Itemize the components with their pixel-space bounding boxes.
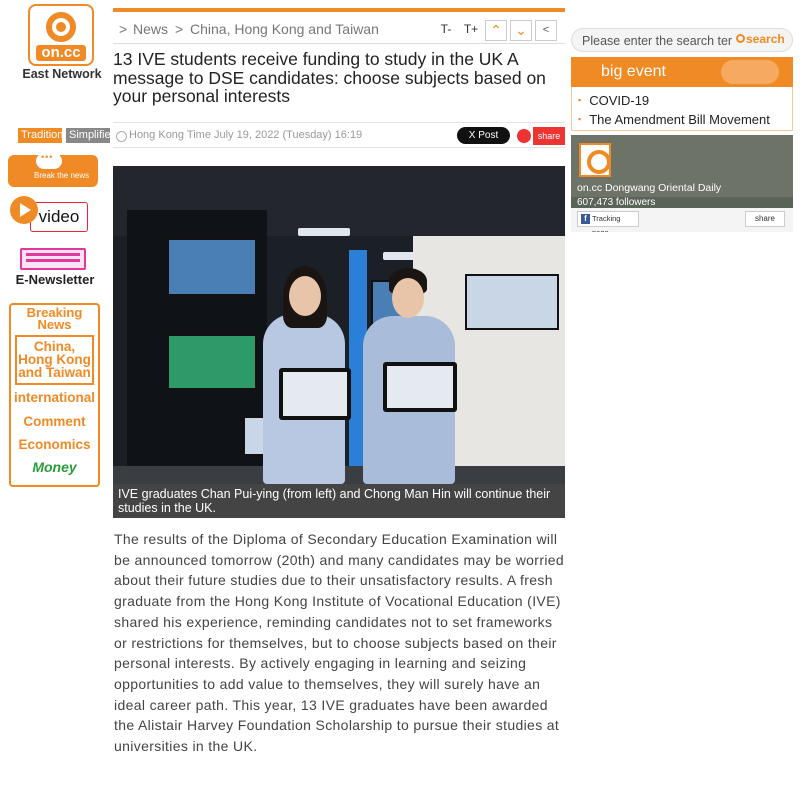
monitor [167, 238, 257, 296]
page-avatar [579, 143, 611, 177]
article-meta-bar: Hong Kong Time July 19, 2022 (Tuesday) 1… [113, 122, 565, 148]
weibo-icon[interactable] [517, 129, 531, 143]
monitor [167, 334, 257, 390]
top-accent-line [113, 8, 565, 12]
breadcrumb-separator: > [119, 21, 128, 37]
tablet [383, 362, 457, 412]
font-smaller-button[interactable]: T- [435, 20, 457, 41]
enewsletter-label: E-Newsletter [15, 272, 95, 287]
nav-item-comment[interactable]: Comment [11, 415, 98, 429]
traditional-button[interactable]: Traditional [18, 128, 62, 143]
search-button[interactable]: search [736, 32, 785, 46]
enewsletter-button[interactable]: E-Newsletter [10, 248, 100, 292]
facebook-share-button[interactable]: share [745, 211, 785, 227]
nav-item-economics[interactable]: Economics [11, 438, 98, 452]
brand-name: East Network [22, 67, 102, 81]
ceiling-lamp [298, 228, 350, 236]
share-button[interactable]: share [533, 127, 565, 145]
breadcrumb-subsection[interactable]: China, Hong Kong and Taiwan [190, 21, 379, 37]
facebook-page-name[interactable]: on.cc Dongwang Oriental Daily [577, 182, 721, 194]
search-button-label: search [746, 32, 785, 46]
breadcrumb: > News > China, Hong Kong and Taiwan T- … [113, 18, 565, 44]
clock-icon [116, 131, 127, 142]
search-icon [736, 34, 745, 43]
follow-page-button[interactable]: Tracking page [577, 211, 639, 232]
speech-bubble-icon [36, 152, 62, 169]
facebook-page-card[interactable]: on.cc Dongwang Oriental Daily 607,473 fo… [571, 135, 793, 232]
nav-item-breaking-news[interactable]: Breaking News [11, 306, 98, 331]
big-event-header: big event [571, 57, 793, 87]
breadcrumb-separator: > [175, 21, 184, 37]
newsletter-icon [20, 248, 86, 270]
breadcrumb-news[interactable]: News [133, 21, 168, 37]
chevron-up-icon[interactable]: ⌃ [485, 20, 507, 41]
x-post-button[interactable]: X Post [457, 127, 510, 144]
nav-item-china-hk-taiwan[interactable]: China, Hong Kong and Taiwan [15, 335, 94, 385]
simplified-button[interactable]: Simplified [66, 128, 110, 143]
wall-monitor [465, 274, 559, 330]
language-switch: Traditional Simplified [18, 128, 110, 143]
section-nav: Breaking News China, Hong Kong and Taiwa… [9, 303, 100, 487]
tablet [279, 368, 351, 420]
chevron-left-icon[interactable]: < [535, 20, 557, 41]
search-box: search [571, 28, 793, 52]
event-item[interactable]: The Amendment Bill Movement [578, 112, 770, 127]
article-body: The results of the Diploma of Secondary … [114, 531, 565, 755]
break-news-button[interactable]: Break the news [8, 152, 98, 187]
publish-time: Hong Kong Time July 19, 2022 (Tuesday) 1… [129, 129, 363, 141]
person-face [289, 276, 321, 316]
logo-ring-icon [46, 12, 76, 42]
big-event-list: COVID-19 The Amendment Bill Movement [571, 87, 793, 131]
photo-caption: IVE graduates Chan Pui-ying (from left) … [113, 484, 565, 518]
font-larger-button[interactable]: T+ [460, 20, 482, 41]
site-logo[interactable]: on.cc [28, 4, 94, 66]
nav-item-money[interactable]: Money [11, 460, 98, 474]
break-news-label: Break the news [34, 171, 90, 180]
article-headline: 13 IVE students receive funding to study… [113, 49, 546, 106]
nav-item-international[interactable]: international [11, 391, 98, 405]
person-face [392, 278, 424, 318]
video-label: video [30, 202, 88, 232]
search-input[interactable] [582, 32, 732, 49]
article-toolbar: T- T+ ⌃ ⌄ < [435, 20, 557, 41]
facebook-action-bar: Tracking page share [571, 208, 793, 232]
play-icon [10, 196, 38, 224]
article-photo [113, 166, 565, 518]
world-map-icon [721, 60, 779, 84]
big-event-title: big event [601, 63, 666, 80]
event-item[interactable]: COVID-19 [578, 93, 649, 108]
chevron-down-icon[interactable]: ⌄ [510, 20, 532, 41]
follower-count: 607,473 followers [577, 197, 656, 208]
video-button[interactable]: video [10, 196, 100, 234]
logo-text: on.cc [36, 45, 86, 61]
